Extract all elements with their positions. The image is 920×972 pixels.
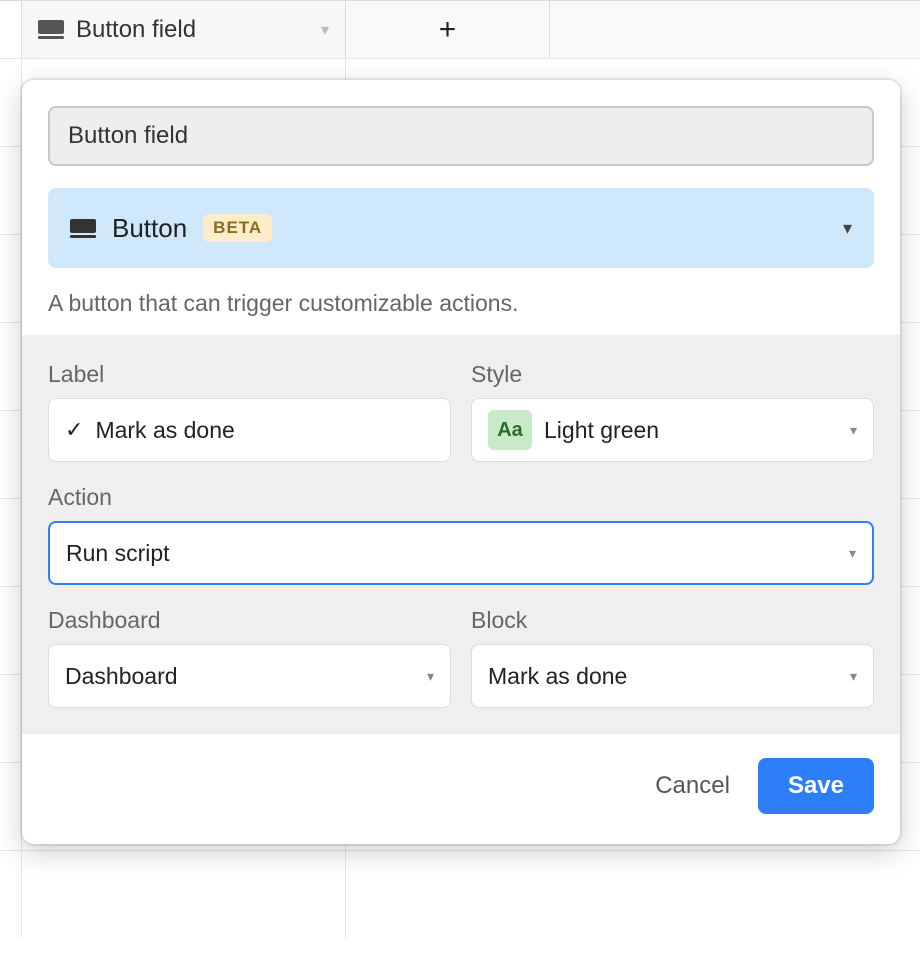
style-value: Light green (544, 417, 659, 444)
field-type-description: A button that can trigger customizable a… (48, 290, 874, 317)
block-field-label: Block (471, 607, 874, 634)
popover-form-section: Label ✓ Mark as done Style Aa Light gree… (22, 335, 900, 734)
save-button[interactable]: Save (758, 758, 874, 814)
chevron-down-icon: ▾ (849, 545, 856, 562)
row-spacer (0, 323, 22, 410)
label-input[interactable]: ✓ Mark as done (48, 398, 451, 462)
row-spacer (0, 235, 22, 322)
chevron-down-icon[interactable]: ▾ (321, 20, 329, 40)
dashboard-field-label: Dashboard (48, 607, 451, 634)
row-spacer (0, 499, 22, 586)
row-spacer (0, 1, 22, 58)
beta-badge: BETA (203, 214, 272, 242)
label-value: Mark as done (95, 417, 234, 444)
action-select[interactable]: Run script ▾ (48, 521, 874, 585)
column-header-label: Button field (76, 16, 309, 44)
block-value: Mark as done (488, 663, 627, 690)
chevron-down-icon: ▾ (850, 668, 857, 685)
style-color-swatch: Aa (488, 410, 532, 450)
button-type-icon (70, 219, 96, 238)
field-name-input[interactable] (48, 106, 874, 166)
row-spacer (0, 675, 22, 762)
row-spacer (0, 147, 22, 234)
row-spacer (0, 59, 22, 146)
cancel-button[interactable]: Cancel (655, 772, 730, 800)
chevron-down-icon: ▾ (427, 668, 434, 685)
table-row (0, 850, 920, 938)
row-spacer (0, 763, 22, 850)
dashboard-value: Dashboard (65, 663, 178, 690)
checkmark-icon: ✓ (65, 417, 83, 443)
row-spacer (0, 411, 22, 498)
dashboard-select[interactable]: Dashboard ▾ (48, 644, 451, 708)
popover-header-section: Button BETA ▾ A button that can trigger … (22, 80, 900, 335)
row-spacer (0, 587, 22, 674)
add-column-button[interactable]: + (346, 1, 550, 58)
style-select[interactable]: Aa Light green ▾ (471, 398, 874, 462)
label-field-label: Label (48, 361, 451, 388)
chevron-down-icon: ▾ (843, 218, 852, 239)
header-remainder (550, 1, 920, 58)
table-cell-remainder (346, 851, 920, 938)
table-header-row: Button field ▾ + (0, 0, 920, 58)
plus-icon: + (439, 15, 457, 45)
field-config-popover: Button BETA ▾ A button that can trigger … (22, 80, 900, 844)
action-field-label: Action (48, 484, 874, 511)
table-cell[interactable] (22, 851, 346, 938)
block-select[interactable]: Mark as done ▾ (471, 644, 874, 708)
row-spacer (0, 851, 22, 938)
button-field-type-icon (38, 20, 64, 39)
popover-footer: Cancel Save (22, 734, 900, 844)
chevron-down-icon: ▾ (850, 422, 857, 439)
style-field-label: Style (471, 361, 874, 388)
column-header-button-field[interactable]: Button field ▾ (22, 1, 346, 58)
field-type-label: Button (112, 213, 187, 244)
action-value: Run script (66, 540, 170, 567)
field-type-selector[interactable]: Button BETA ▾ (48, 188, 874, 268)
